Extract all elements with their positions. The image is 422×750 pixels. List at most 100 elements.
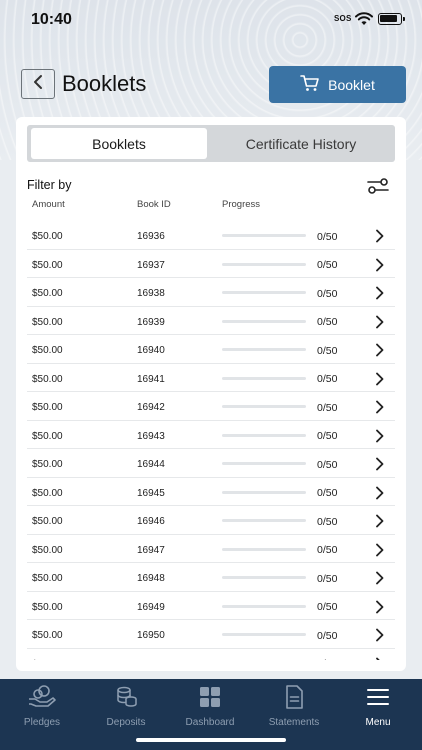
booklet-row[interactable]: $50.00 16938 0/50 [27, 278, 395, 307]
booklet-row[interactable]: $50.00 16951 0/50 [27, 649, 395, 661]
nav-item-dashboard[interactable]: Dashboard [168, 685, 252, 728]
progress-bar [222, 462, 306, 465]
row-progress-text: 0/50 [317, 316, 338, 328]
column-header-progress: Progress [222, 199, 261, 210]
row-progress-text: 0/50 [317, 373, 338, 385]
booklet-row[interactable]: $50.00 16937 0/50 [27, 250, 395, 278]
row-amount: $50.00 [32, 259, 63, 271]
progress-bar [222, 262, 306, 266]
chevron-left-icon [32, 74, 44, 95]
row-amount: $50.00 [32, 601, 63, 613]
chevron-right-icon[interactable] [375, 429, 385, 446]
row-book-id: 16947 [137, 544, 165, 556]
row-book-id: 16950 [137, 630, 165, 641]
row-amount: $50.00 [32, 573, 63, 584]
booklet-row[interactable]: $50.00 16939 0/50 [27, 307, 395, 335]
tab-booklets[interactable]: Booklets [31, 128, 207, 159]
progress-bar [222, 576, 306, 579]
row-progress-text: 0/50 [317, 458, 338, 471]
row-amount: $50.00 [32, 430, 63, 442]
chevron-right-icon[interactable] [375, 372, 385, 389]
chevron-right-icon[interactable] [375, 486, 385, 503]
row-book-id: 16949 [137, 601, 165, 613]
filter-label: Filter by [27, 178, 72, 192]
chevron-right-icon[interactable] [375, 600, 385, 617]
chevron-right-icon[interactable] [375, 315, 385, 332]
row-progress-text: 0/50 [317, 401, 338, 414]
chevron-right-icon[interactable] [375, 571, 385, 588]
row-progress-text: 0/50 [317, 487, 338, 499]
nav-item-pledges[interactable]: Pledges [0, 685, 84, 728]
booklet-row[interactable]: $50.00 16948 0/50 [27, 563, 395, 592]
add-booklet-button[interactable]: Booklet [269, 66, 406, 103]
row-progress-text: 0/50 [317, 515, 338, 528]
chevron-right-icon[interactable] [375, 514, 385, 531]
chevron-right-icon[interactable] [375, 628, 385, 645]
chevron-right-icon[interactable] [375, 229, 385, 246]
nav-label-menu: Menu [365, 717, 391, 728]
booklets-card: Booklets Certificate History Filter by A… [16, 117, 406, 671]
booklet-row[interactable]: $50.00 16946 0/50 [27, 506, 395, 535]
chevron-right-icon[interactable] [375, 343, 385, 360]
row-amount: $50.00 [32, 516, 63, 527]
booklet-row[interactable]: $50.00 16945 0/50 [27, 478, 395, 506]
booklet-button-label: Booklet [328, 76, 375, 93]
row-book-id: 16938 [137, 288, 165, 299]
sos-indicator: SOS [334, 14, 352, 23]
cart-icon [300, 74, 320, 95]
nav-item-menu[interactable]: Menu [336, 685, 420, 728]
row-progress-text: 0/50 [317, 230, 338, 243]
booklet-row[interactable]: $50.00 16947 0/50 [27, 535, 395, 563]
row-amount: $50.00 [32, 544, 63, 556]
home-indicator[interactable] [136, 738, 286, 742]
row-book-id: 16937 [137, 259, 165, 271]
row-progress-text: 0/50 [317, 658, 337, 660]
wifi-icon [355, 12, 373, 31]
filter-sliders-icon[interactable] [366, 177, 390, 200]
pledges-icon [27, 685, 57, 714]
nav-label-statements: Statements [268, 717, 320, 728]
row-amount: $50.00 [32, 630, 63, 641]
menu-icon [363, 685, 393, 714]
row-progress-text: 0/50 [317, 430, 338, 442]
battery-icon [378, 13, 405, 25]
booklet-row[interactable]: $50.00 16944 0/50 [27, 449, 395, 478]
row-amount: $50.00 [32, 659, 63, 661]
chevron-right-icon[interactable] [375, 457, 385, 474]
column-header-book-id: Book ID [137, 199, 171, 210]
progress-bar [222, 376, 306, 380]
segmented-tabs: Booklets Certificate History [27, 125, 395, 162]
nav-label-dashboard: Dashboard [185, 717, 235, 728]
nav-item-statements[interactable]: Statements [252, 685, 336, 728]
nav-item-deposits[interactable]: Deposits [84, 685, 168, 728]
progress-bar [222, 604, 306, 608]
booklet-row[interactable]: $50.00 16941 0/50 [27, 364, 395, 392]
status-time: 10:40 [31, 11, 72, 28]
booklet-row[interactable]: $50.00 16942 0/50 [27, 392, 395, 421]
row-amount: $50.00 [32, 231, 63, 242]
row-book-id: 16942 [137, 402, 165, 413]
nav-label-pledges: Pledges [23, 717, 61, 728]
chevron-right-icon[interactable] [375, 657, 385, 660]
progress-bar [222, 319, 306, 323]
progress-bar [222, 519, 306, 522]
booklet-row[interactable]: $50.00 16950 0/50 [27, 620, 395, 649]
tab-certificate-history[interactable]: Certificate History [211, 128, 391, 159]
back-button[interactable] [21, 69, 55, 99]
booklet-row[interactable]: $50.00 16940 0/50 [27, 335, 395, 364]
booklet-row[interactable]: $50.00 16949 0/50 [27, 592, 395, 620]
chevron-right-icon[interactable] [375, 543, 385, 560]
row-progress-text: 0/50 [317, 629, 338, 642]
progress-bar [222, 433, 306, 437]
booklet-row[interactable]: $50.00 16936 0/50 [27, 221, 395, 250]
row-book-id: 16940 [137, 345, 165, 356]
column-header-amount: Amount [32, 199, 65, 210]
row-book-id: 16936 [137, 231, 165, 242]
chevron-right-icon[interactable] [375, 258, 385, 275]
chevron-right-icon[interactable] [375, 286, 385, 303]
row-book-id: 16948 [137, 573, 165, 584]
chevron-right-icon[interactable] [375, 400, 385, 417]
progress-bar [222, 490, 306, 494]
booklet-row[interactable]: $50.00 16943 0/50 [27, 421, 395, 449]
status-bar: 10:40 SOS [0, 0, 422, 40]
